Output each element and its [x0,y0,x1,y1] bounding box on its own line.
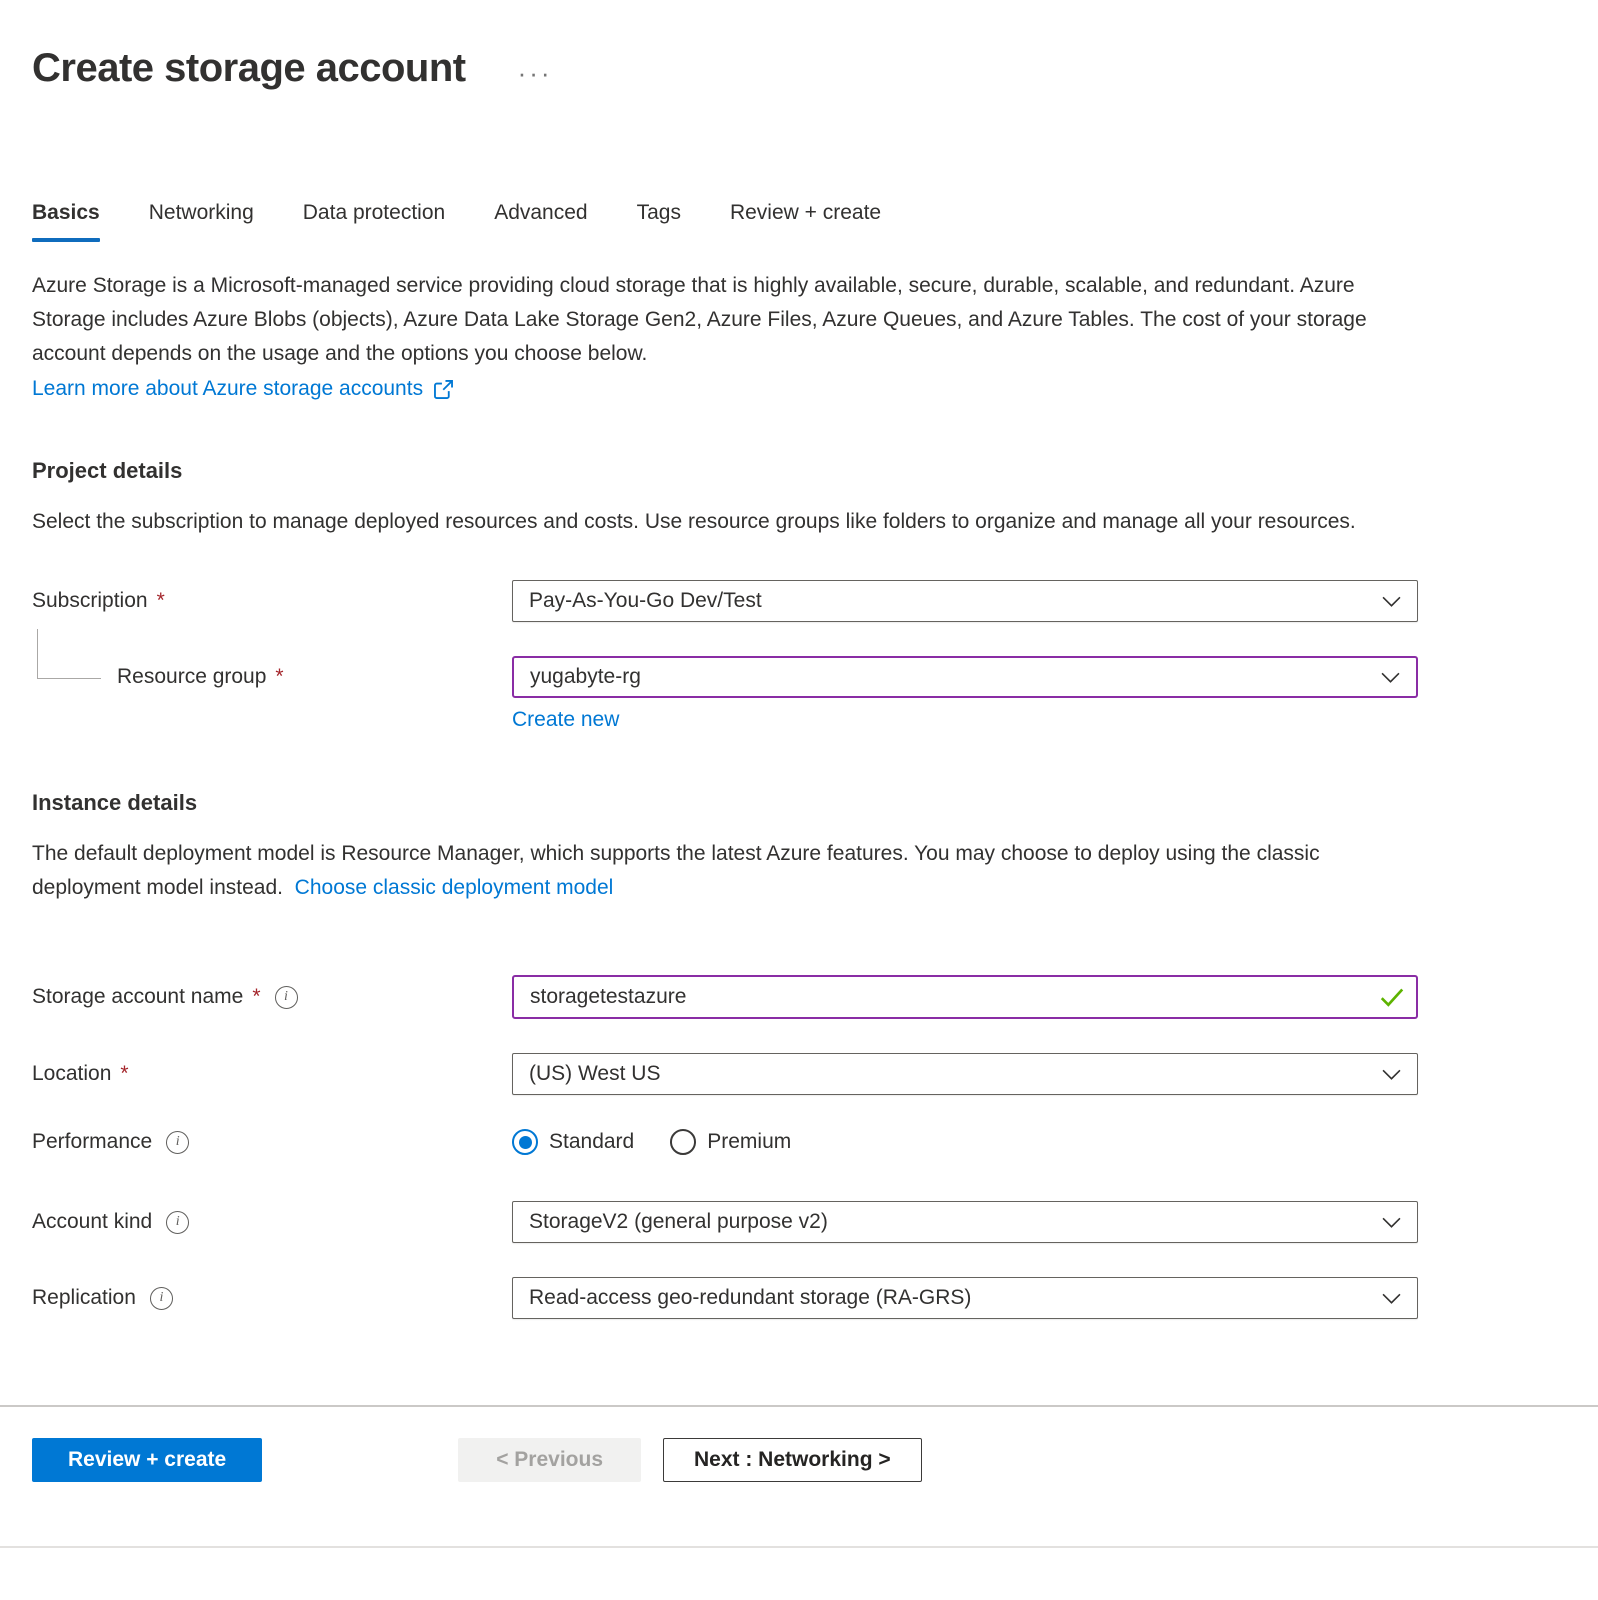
tab-review-create[interactable]: Review + create [730,201,881,242]
storage-account-name-input[interactable] [512,975,1418,1019]
external-link-icon [433,379,454,400]
required-asterisk: * [275,665,283,689]
chevron-down-icon [1382,1217,1401,1228]
footer-divider [0,1405,1598,1407]
review-create-button[interactable]: Review + create [32,1438,262,1482]
radio-standard[interactable]: Standard [512,1129,634,1155]
storage-account-name-label: Storage account name * i [32,985,512,1009]
performance-row: Performance i Standard Premium [32,1129,1566,1155]
radio-standard-label: Standard [549,1130,634,1154]
subscription-row: Subscription * Pay-As-You-Go Dev/Test [32,580,1566,622]
footer-actions: Review + create < Previous Next : Networ… [0,1438,1598,1482]
info-icon[interactable]: i [275,986,298,1009]
info-icon[interactable]: i [166,1211,189,1234]
location-row: Location * (US) West US [32,1053,1566,1095]
previous-button[interactable]: < Previous [458,1438,641,1482]
radio-unselected-icon [670,1129,696,1155]
tab-data-protection[interactable]: Data protection [303,201,445,242]
account-kind-value: StorageV2 (general purpose v2) [529,1210,828,1234]
info-icon[interactable]: i [150,1287,173,1310]
learn-more-link-label: Learn more about Azure storage accounts [32,372,423,406]
subscription-label: Subscription * [32,589,512,613]
info-icon[interactable]: i [166,1131,189,1154]
bottom-divider [0,1546,1598,1548]
account-kind-dropdown[interactable]: StorageV2 (general purpose v2) [512,1201,1418,1243]
chevron-down-icon [1381,672,1400,683]
tab-tags[interactable]: Tags [637,201,681,242]
required-asterisk: * [157,589,165,613]
tab-advanced[interactable]: Advanced [494,201,587,242]
location-value: (US) West US [529,1062,660,1086]
resource-group-dropdown[interactable]: yugabyte-rg [512,656,1418,698]
subscription-dropdown[interactable]: Pay-As-You-Go Dev/Test [512,580,1418,622]
replication-value: Read-access geo-redundant storage (RA-GR… [529,1286,971,1310]
subscription-label-text: Subscription [32,589,148,613]
page-title: Create storage account [32,46,466,91]
required-asterisk: * [120,1062,128,1086]
radio-premium-label: Premium [707,1130,791,1154]
resource-group-label-text: Resource group [117,665,266,689]
create-new-link[interactable]: Create new [512,708,619,732]
tab-networking[interactable]: Networking [149,201,254,242]
instance-details-heading: Instance details [32,790,1566,816]
replication-label: Replication i [32,1286,512,1310]
wizard-tabs: Basics Networking Data protection Advanc… [32,201,1566,242]
performance-radio-group: Standard Premium [512,1129,1418,1155]
replication-label-text: Replication [32,1286,136,1310]
learn-more-link[interactable]: Learn more about Azure storage accounts [32,372,454,406]
chevron-down-icon [1382,1069,1401,1080]
indent-connector-line [37,629,101,679]
storage-account-name-row: Storage account name * i [32,975,1566,1019]
instance-details-description-text: The default deployment model is Resource… [32,842,1320,899]
instance-details-description: The default deployment model is Resource… [32,837,1422,905]
subscription-value: Pay-As-You-Go Dev/Test [529,589,762,613]
location-label-text: Location [32,1062,111,1086]
required-asterisk: * [252,985,260,1009]
tab-basics[interactable]: Basics [32,201,100,242]
location-dropdown[interactable]: (US) West US [512,1053,1418,1095]
replication-dropdown[interactable]: Read-access geo-redundant storage (RA-GR… [512,1277,1418,1319]
resource-group-value: yugabyte-rg [530,665,641,689]
create-storage-account-page: Create storage account ··· Basics Networ… [0,46,1598,1319]
radio-premium[interactable]: Premium [670,1129,791,1155]
classic-deployment-link[interactable]: Choose classic deployment model [295,871,614,905]
account-kind-row: Account kind i StorageV2 (general purpos… [32,1201,1566,1243]
radio-selected-icon [512,1129,538,1155]
performance-label: Performance i [32,1130,512,1154]
chevron-down-icon [1382,1293,1401,1304]
resource-group-label: Resource group * [32,665,512,689]
project-details-heading: Project details [32,458,1566,484]
performance-label-text: Performance [32,1130,152,1154]
next-networking-button[interactable]: Next : Networking > [663,1438,922,1482]
account-kind-label: Account kind i [32,1210,512,1234]
more-actions-icon[interactable]: ··· [518,52,553,86]
location-label: Location * [32,1062,512,1086]
page-header: Create storage account ··· [32,46,1566,91]
replication-row: Replication i Read-access geo-redundant … [32,1277,1566,1319]
project-details-description: Select the subscription to manage deploy… [32,505,1422,539]
storage-account-name-label-text: Storage account name [32,985,243,1009]
intro-text: Azure Storage is a Microsoft-managed ser… [32,269,1422,371]
chevron-down-icon [1382,596,1401,607]
account-kind-label-text: Account kind [32,1210,152,1234]
resource-group-row: Resource group * yugabyte-rg [32,656,1566,698]
valid-check-icon [1380,988,1404,1007]
